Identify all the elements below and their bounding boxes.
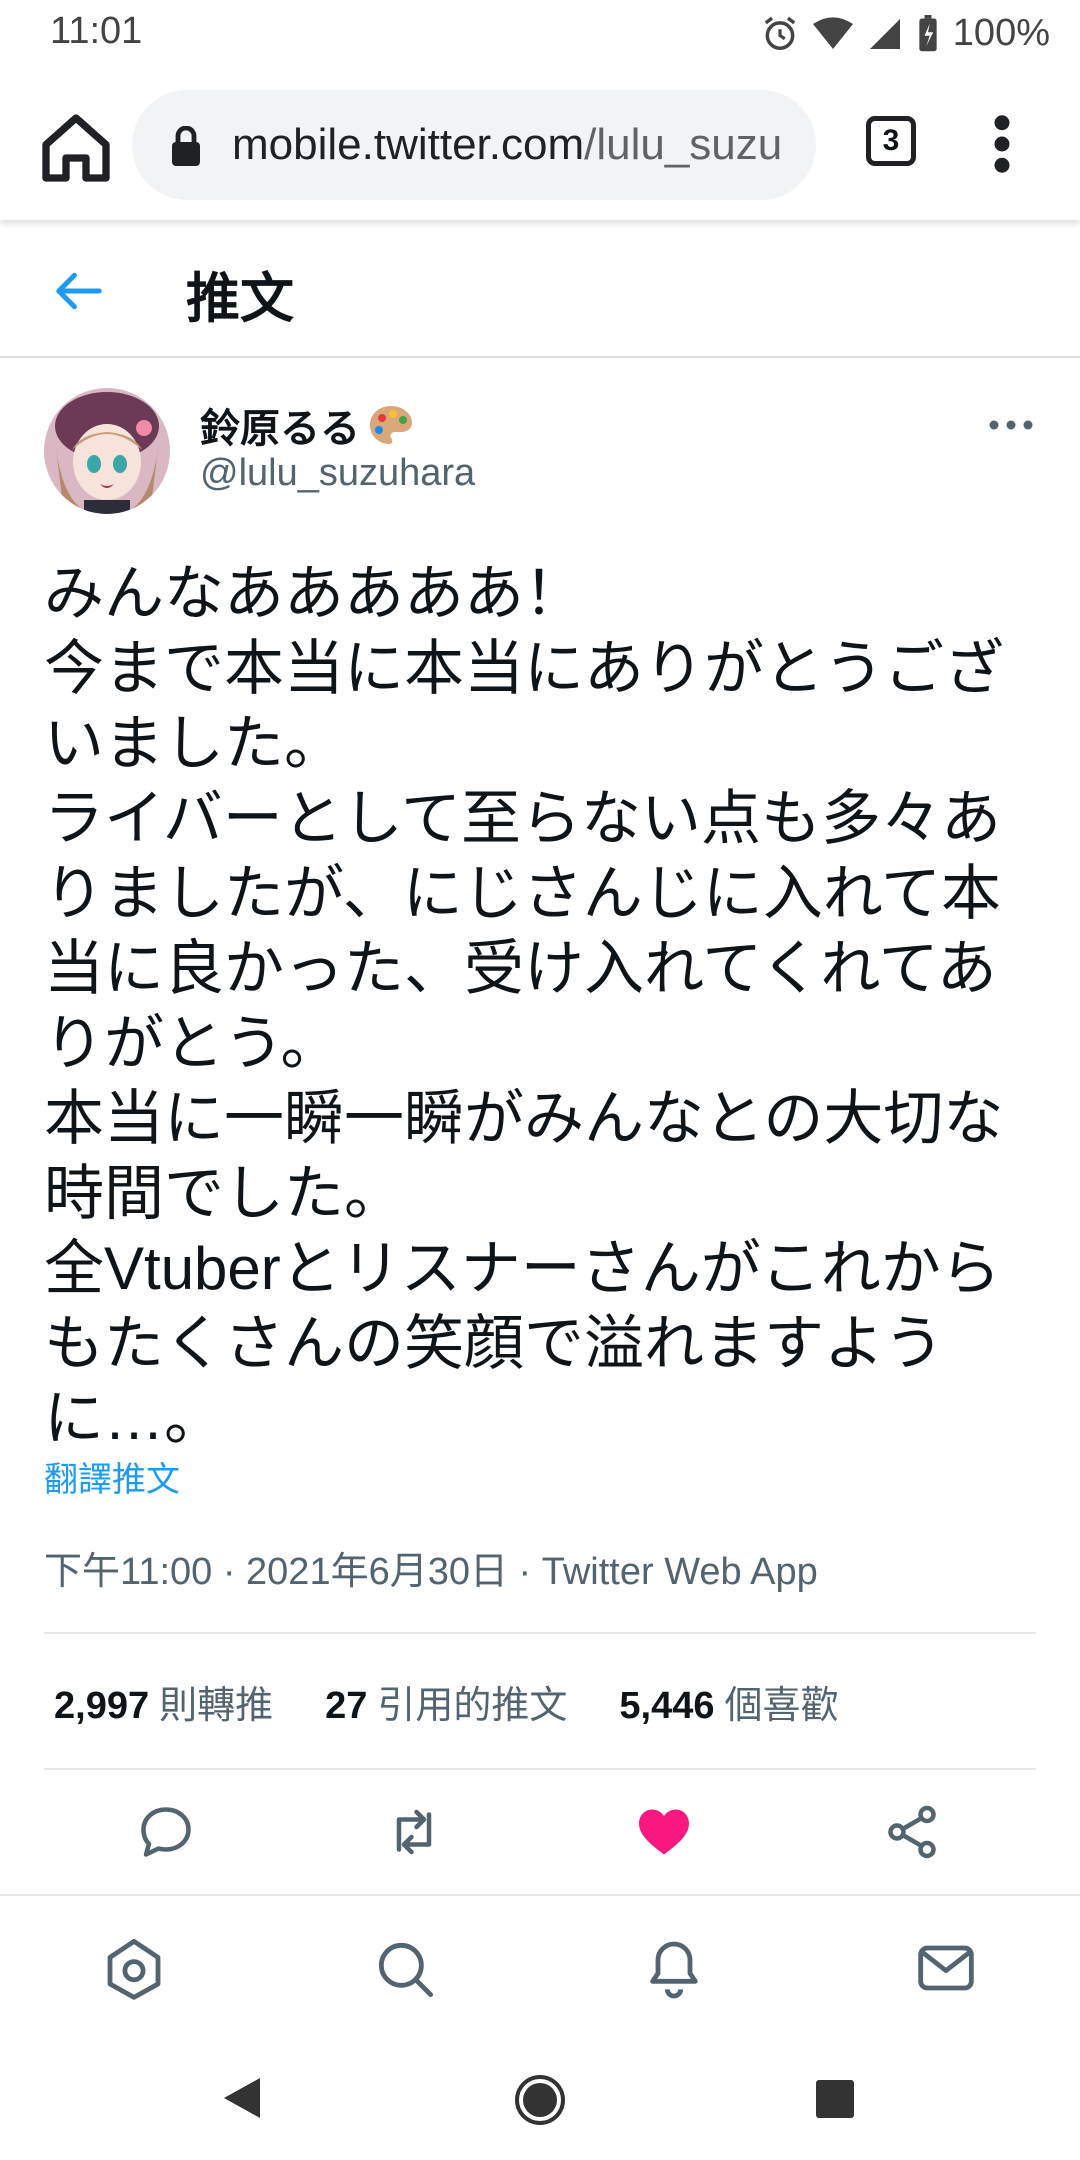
nav-messages-icon[interactable] <box>914 1936 978 2000</box>
browser-toolbar: mobile.twitter.com/lulu_suzu 3 <box>0 70 1080 220</box>
like-icon[interactable] <box>634 1802 694 1862</box>
more-icon[interactable] <box>986 410 1036 440</box>
android-nav-bar <box>0 2028 1080 2160</box>
retweets-stat[interactable]: 2,997 則轉推 <box>54 1674 273 1729</box>
quotes-label: 引用的推文 <box>377 1685 568 1727</box>
avatar[interactable] <box>44 388 170 514</box>
status-icons: 100% <box>761 12 1050 55</box>
twitter-bottom-nav <box>0 1894 1080 2030</box>
nav-notifications-icon[interactable] <box>642 1936 706 2000</box>
palette-emoji-icon <box>370 406 412 444</box>
page-title: 推文 <box>186 269 294 329</box>
home-icon[interactable] <box>36 108 116 188</box>
retweets-count: 2,997 <box>54 1685 150 1727</box>
android-home-icon[interactable] <box>514 2074 566 2126</box>
translate-link[interactable]: 翻譯推文 <box>44 1452 180 1501</box>
share-icon[interactable] <box>882 1802 942 1862</box>
url-host: mobile.twitter.com <box>232 120 585 169</box>
menu-icon[interactable] <box>990 114 1014 174</box>
avatar-image <box>44 388 170 514</box>
tweet-stats: 2,997 則轉推 27 引用的推文 5,446 個喜歡 <box>54 1674 839 1729</box>
signal-icon <box>869 18 900 49</box>
tabs-icon[interactable]: 3 <box>866 116 916 166</box>
android-recents-icon[interactable] <box>814 2078 856 2120</box>
tweet-text: みんなあああああ！ 今まで本当に本当にありがとうござ いました。 ライバーとして… <box>44 560 1004 1452</box>
alarm-icon <box>764 16 796 50</box>
battery-icon <box>919 14 937 51</box>
status-time: 11:01 <box>50 10 143 52</box>
url-bar[interactable]: mobile.twitter.com/lulu_suzu <box>132 90 816 200</box>
battery-percent: 100% <box>952 12 1050 54</box>
likes-stat[interactable]: 5,446 個喜歡 <box>619 1674 838 1729</box>
author-name[interactable]: 鈴原るる <box>200 396 414 454</box>
author-handle[interactable]: @lulu_suzuhara <box>200 452 475 495</box>
android-back-icon[interactable] <box>220 2074 264 2122</box>
status-bar: 11:01 100% <box>0 0 1080 70</box>
divider <box>44 1768 1036 1770</box>
retweet-icon[interactable] <box>384 1802 444 1862</box>
url-text: mobile.twitter.com/lulu_suzu <box>232 120 782 170</box>
likes-label: 個喜歡 <box>724 1685 839 1727</box>
wifi-icon <box>812 16 853 49</box>
tweet-timestamp[interactable]: 下午11:00 · 2021年6月30日 · Twitter Web App <box>44 1540 818 1595</box>
divider <box>44 1632 1036 1634</box>
author-name-text: 鈴原るる <box>200 407 360 451</box>
nav-home-icon[interactable] <box>102 1936 166 2000</box>
quotes-count: 27 <box>325 1685 368 1727</box>
quotes-stat[interactable]: 27 引用的推文 <box>325 1674 567 1729</box>
likes-count: 5,446 <box>619 1685 715 1727</box>
nav-search-icon[interactable] <box>372 1936 436 2000</box>
tab-count: 3 <box>882 124 900 157</box>
retweets-label: 則轉推 <box>159 1685 274 1727</box>
url-path: /lulu_suzu <box>584 120 783 169</box>
reply-icon[interactable] <box>136 1802 196 1862</box>
lock-icon <box>172 126 200 166</box>
back-arrow-icon[interactable] <box>52 264 106 318</box>
tweet-header: 推文 <box>0 220 1080 358</box>
